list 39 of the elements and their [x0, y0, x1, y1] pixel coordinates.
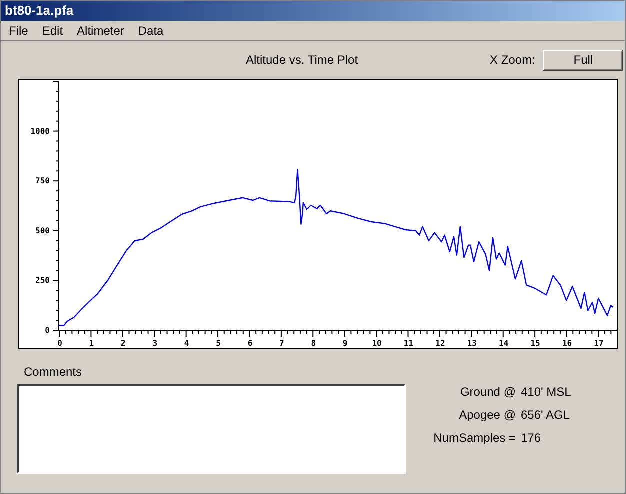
- x-tick-label: 10: [372, 339, 382, 348]
- comments-field[interactable]: [17, 384, 406, 474]
- stat-value: 656' AGL: [521, 407, 570, 424]
- x-tick-label: 14: [499, 339, 509, 348]
- menu-item[interactable]: Altimeter: [77, 22, 124, 40]
- window-title: bt80-1a.pfa: [5, 2, 74, 20]
- menu-item[interactable]: Edit: [42, 22, 64, 40]
- stat-value: 410' MSL: [521, 384, 572, 401]
- y-tick-label: 0: [45, 326, 50, 335]
- plot-title: Altitude vs. Time Plot: [246, 52, 358, 69]
- x-tick-label: 6: [248, 339, 253, 348]
- menu-item[interactable]: Data: [138, 22, 164, 40]
- menu-item[interactable]: File: [9, 22, 28, 40]
- x-tick-label: 13: [467, 339, 477, 348]
- y-tick-label: 750: [36, 176, 50, 186]
- x-tick-label: 3: [152, 339, 158, 348]
- stat-label: Apogee @: [458, 407, 516, 424]
- x-tick-label: 8: [311, 339, 316, 348]
- y-tick-label: 500: [36, 226, 50, 236]
- stat-value: 176: [521, 430, 542, 447]
- x-tick-label: 12: [436, 339, 446, 348]
- x-tick-label: 16: [562, 339, 572, 348]
- y-tick-label: 250: [36, 276, 50, 286]
- x-tick-label: 2: [121, 339, 126, 348]
- x-tick-label: 7: [280, 339, 284, 348]
- x-tick-label: 9: [342, 339, 348, 348]
- x-tick-label: 11: [404, 339, 414, 348]
- x-tick-label: 1: [89, 339, 94, 348]
- comments-label: Comments: [24, 364, 84, 381]
- stat-label: NumSamples =: [432, 430, 516, 447]
- x-tick-label: 0: [58, 339, 62, 348]
- y-tick-label: 1000: [30, 126, 50, 136]
- x-tick-label: 4: [184, 339, 190, 348]
- x-tick-label: 5: [216, 339, 221, 348]
- x-tick-label: 15: [530, 339, 540, 348]
- zoom-label: X Zoom:: [490, 52, 536, 69]
- x-tick-label: 17: [594, 339, 604, 348]
- zoom-button[interactable]: Full: [543, 50, 624, 70]
- stat-label: Ground @: [459, 384, 516, 401]
